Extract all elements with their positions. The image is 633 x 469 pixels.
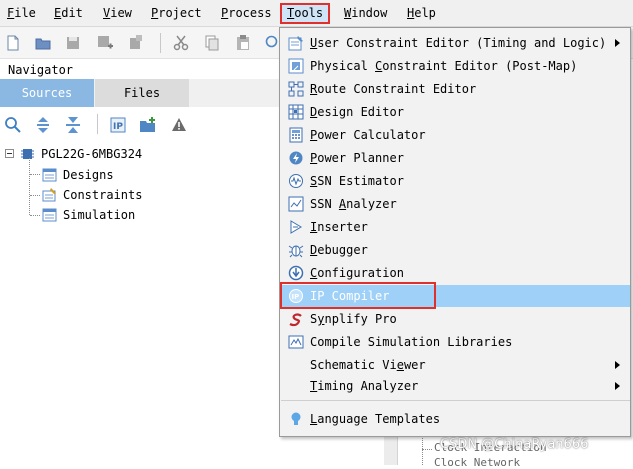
menu-bar: File Edit View Project Process Tools Win… — [0, 0, 633, 27]
menu-item-ssn-estimator[interactable]: SSN Estimator — [281, 170, 630, 192]
clock-network-item[interactable]: Clock Network — [434, 456, 520, 469]
tree-root-label: PGL22G-6MBG324 — [41, 147, 143, 161]
menu-project[interactable]: Project — [146, 3, 207, 24]
ip-icon[interactable]: IP — [109, 116, 127, 134]
menu-item-synplify-pro[interactable]: Synplify Pro — [281, 308, 630, 330]
save-icon[interactable] — [64, 34, 82, 52]
collapse-toggle-icon[interactable] — [5, 149, 14, 158]
menu-item-ip-compiler[interactable]: IP IP Compiler — [281, 285, 630, 307]
constraint-editor-icon — [288, 36, 303, 51]
watermark: CSDN @ChinaRyan666 — [440, 437, 589, 452]
save-all-icon[interactable] — [96, 34, 114, 52]
debugger-icon — [288, 245, 304, 258]
constraints-icon — [42, 188, 56, 202]
open-folder-icon[interactable] — [34, 34, 52, 52]
menu-item-compile-simulation-libraries[interactable]: Compile Simulation Libraries — [281, 331, 630, 353]
configuration-icon — [288, 265, 304, 281]
physical-constraint-icon — [288, 58, 304, 74]
inserter-icon — [290, 220, 302, 234]
menu-item-configuration[interactable]: Configuration — [281, 262, 630, 284]
tree-connector — [30, 195, 40, 196]
search-icon[interactable] — [4, 116, 22, 134]
menu-item-ssn-analyzer[interactable]: SSN Analyzer — [281, 193, 630, 215]
route-constraint-icon — [288, 81, 304, 97]
paste-icon[interactable] — [234, 34, 252, 52]
toolbar-separator — [160, 33, 161, 53]
toolbar-separator — [97, 114, 98, 134]
menu-item-timing-analyzer[interactable]: Timing Analyzer — [281, 375, 630, 397]
lightbulb-icon — [291, 412, 301, 425]
menu-separator — [281, 400, 630, 401]
menu-item-physical-constraint-editor[interactable]: Physical Constraint Editor (Post-Map) — [281, 55, 630, 77]
cut-icon[interactable] — [172, 34, 190, 52]
design-editor-icon — [288, 104, 304, 120]
menu-item-design-editor[interactable]: Design Editor — [281, 101, 630, 123]
tree-connector — [422, 435, 423, 465]
submenu-arrow-icon — [615, 382, 620, 390]
tree-connector — [29, 158, 30, 215]
menu-tools[interactable]: Tools — [280, 3, 331, 24]
synplify-icon — [289, 313, 302, 327]
calculator-icon — [289, 127, 303, 143]
menu-help[interactable]: Help — [402, 3, 441, 24]
simulation-libraries-icon — [288, 335, 304, 349]
tab-files[interactable]: Files — [95, 79, 189, 107]
navigator-toolbar: IP — [0, 110, 280, 140]
tools-dropdown-menu: User Constraint Editor (Timing and Logic… — [279, 27, 631, 437]
navigator-title: Navigator — [8, 63, 74, 77]
copy-icon[interactable] — [203, 34, 221, 52]
svg-text:IP: IP — [292, 293, 300, 301]
submenu-arrow-icon — [615, 361, 620, 369]
expand-all-icon[interactable] — [34, 116, 52, 134]
ssn-estimator-icon — [289, 174, 303, 188]
menu-process[interactable]: Process — [216, 3, 277, 24]
menu-item-debugger[interactable]: Debugger — [281, 239, 630, 261]
menu-item-user-constraint-editor[interactable]: User Constraint Editor (Timing and Logic… — [281, 32, 630, 54]
new-file-icon[interactable] — [4, 34, 22, 52]
warning-icon[interactable] — [170, 116, 188, 134]
add-folder-icon[interactable] — [139, 116, 157, 134]
sources-tree: PGL22G-6MBG324 Designs Constraints Simul… — [0, 144, 280, 465]
document-icon — [42, 208, 57, 222]
menu-file[interactable]: File — [2, 3, 41, 24]
menu-view[interactable]: View — [98, 3, 137, 24]
collapse-all-icon[interactable] — [64, 116, 82, 134]
menu-item-power-planner[interactable]: Power Planner — [281, 147, 630, 169]
svg-text:IP: IP — [113, 122, 123, 132]
power-planner-icon — [289, 151, 303, 165]
ssn-analyzer-icon — [288, 196, 304, 212]
navigator-tabs: Sources Files — [0, 79, 280, 107]
menu-item-schematic-viewer[interactable]: Schematic Viewer — [281, 354, 630, 376]
document-icon — [42, 168, 57, 182]
menu-item-power-calculator[interactable]: Power Calculator — [281, 124, 630, 146]
tree-connector — [30, 174, 40, 175]
ip-compiler-icon: IP — [289, 289, 303, 303]
menu-edit[interactable]: Edit — [49, 3, 88, 24]
submenu-arrow-icon — [615, 39, 620, 47]
tab-sources[interactable]: Sources — [0, 79, 94, 107]
save-as-icon[interactable] — [127, 34, 145, 52]
menu-item-language-templates[interactable]: Language Templates — [281, 408, 630, 430]
menu-item-route-constraint-editor[interactable]: Route Constraint Editor — [281, 78, 630, 100]
tree-connector — [422, 449, 432, 450]
chip-icon — [21, 149, 34, 159]
tree-connector — [30, 215, 40, 216]
menu-window[interactable]: Window — [339, 3, 392, 24]
menu-item-inserter[interactable]: Inserter — [281, 216, 630, 238]
